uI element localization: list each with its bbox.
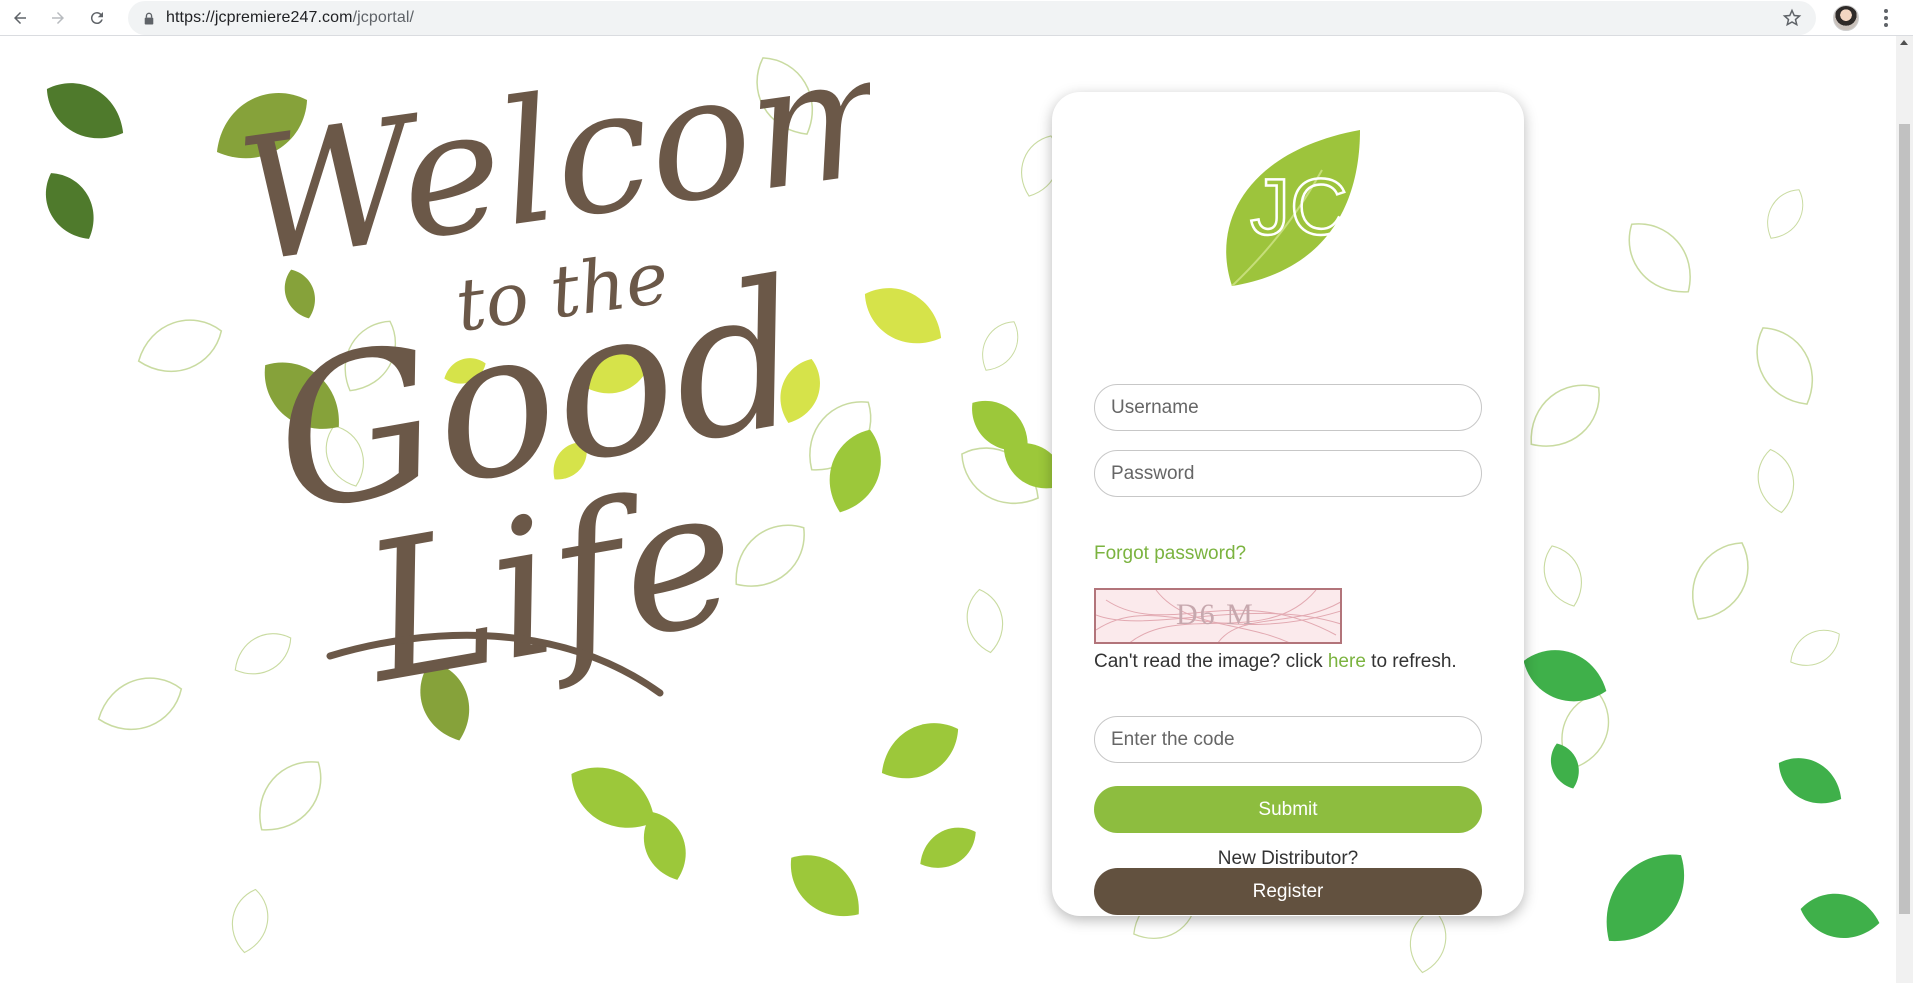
new-distributor-label: New Distributor? bbox=[1217, 848, 1359, 869]
page-viewport: Welcome to the Good Life JC Forgot passw… bbox=[0, 36, 1896, 983]
url-host: https://jcpremiere247.com bbox=[166, 9, 353, 26]
reload-icon[interactable] bbox=[82, 3, 112, 33]
url-path: /jcportal/ bbox=[352, 9, 415, 26]
forgot-password-link[interactable]: Forgot password? bbox=[1094, 543, 1246, 565]
jc-leaf-logo: JC bbox=[1226, 130, 1360, 286]
bookmark-star-icon[interactable] bbox=[1782, 8, 1802, 28]
captcha-refresh-link[interactable]: here bbox=[1328, 651, 1366, 672]
kebab-menu-icon[interactable] bbox=[1878, 7, 1894, 29]
jc-logo-text: JC bbox=[1250, 162, 1348, 251]
page-scrollbar[interactable] bbox=[1896, 36, 1913, 983]
forward-arrow-icon[interactable] bbox=[43, 3, 73, 33]
username-input[interactable] bbox=[1094, 384, 1482, 431]
address-bar[interactable]: https://jcpremiere247.com/jcportal/ bbox=[128, 1, 1816, 35]
refresh-suffix: to refresh. bbox=[1365, 651, 1457, 672]
scrollbar-thumb[interactable] bbox=[1899, 124, 1910, 914]
welcome-script-art: Welcome to the Good Life bbox=[230, 81, 870, 726]
password-input[interactable] bbox=[1094, 450, 1482, 497]
url-text[interactable]: https://jcpremiere247.com/jcportal/ bbox=[166, 9, 414, 27]
lock-icon bbox=[142, 11, 156, 25]
login-card: JC Forgot password? D6 M Can't read the … bbox=[1052, 92, 1524, 916]
scroll-up-arrow-icon[interactable] bbox=[1900, 40, 1908, 45]
profile-avatar[interactable] bbox=[1833, 5, 1859, 31]
register-button[interactable]: Register bbox=[1094, 868, 1482, 915]
browser-toolbar: https://jcpremiere247.com/jcportal/ bbox=[0, 0, 1913, 36]
captcha-refresh-hint: Can't read the image? click here to refr… bbox=[1094, 651, 1457, 673]
captcha-image: D6 M bbox=[1094, 588, 1342, 644]
captcha-text: D6 M bbox=[1176, 598, 1255, 631]
captcha-code-input[interactable] bbox=[1094, 716, 1482, 763]
back-arrow-icon[interactable] bbox=[5, 3, 35, 33]
refresh-prefix: Can't read the image? click bbox=[1094, 651, 1328, 672]
submit-button[interactable]: Submit bbox=[1094, 786, 1482, 833]
